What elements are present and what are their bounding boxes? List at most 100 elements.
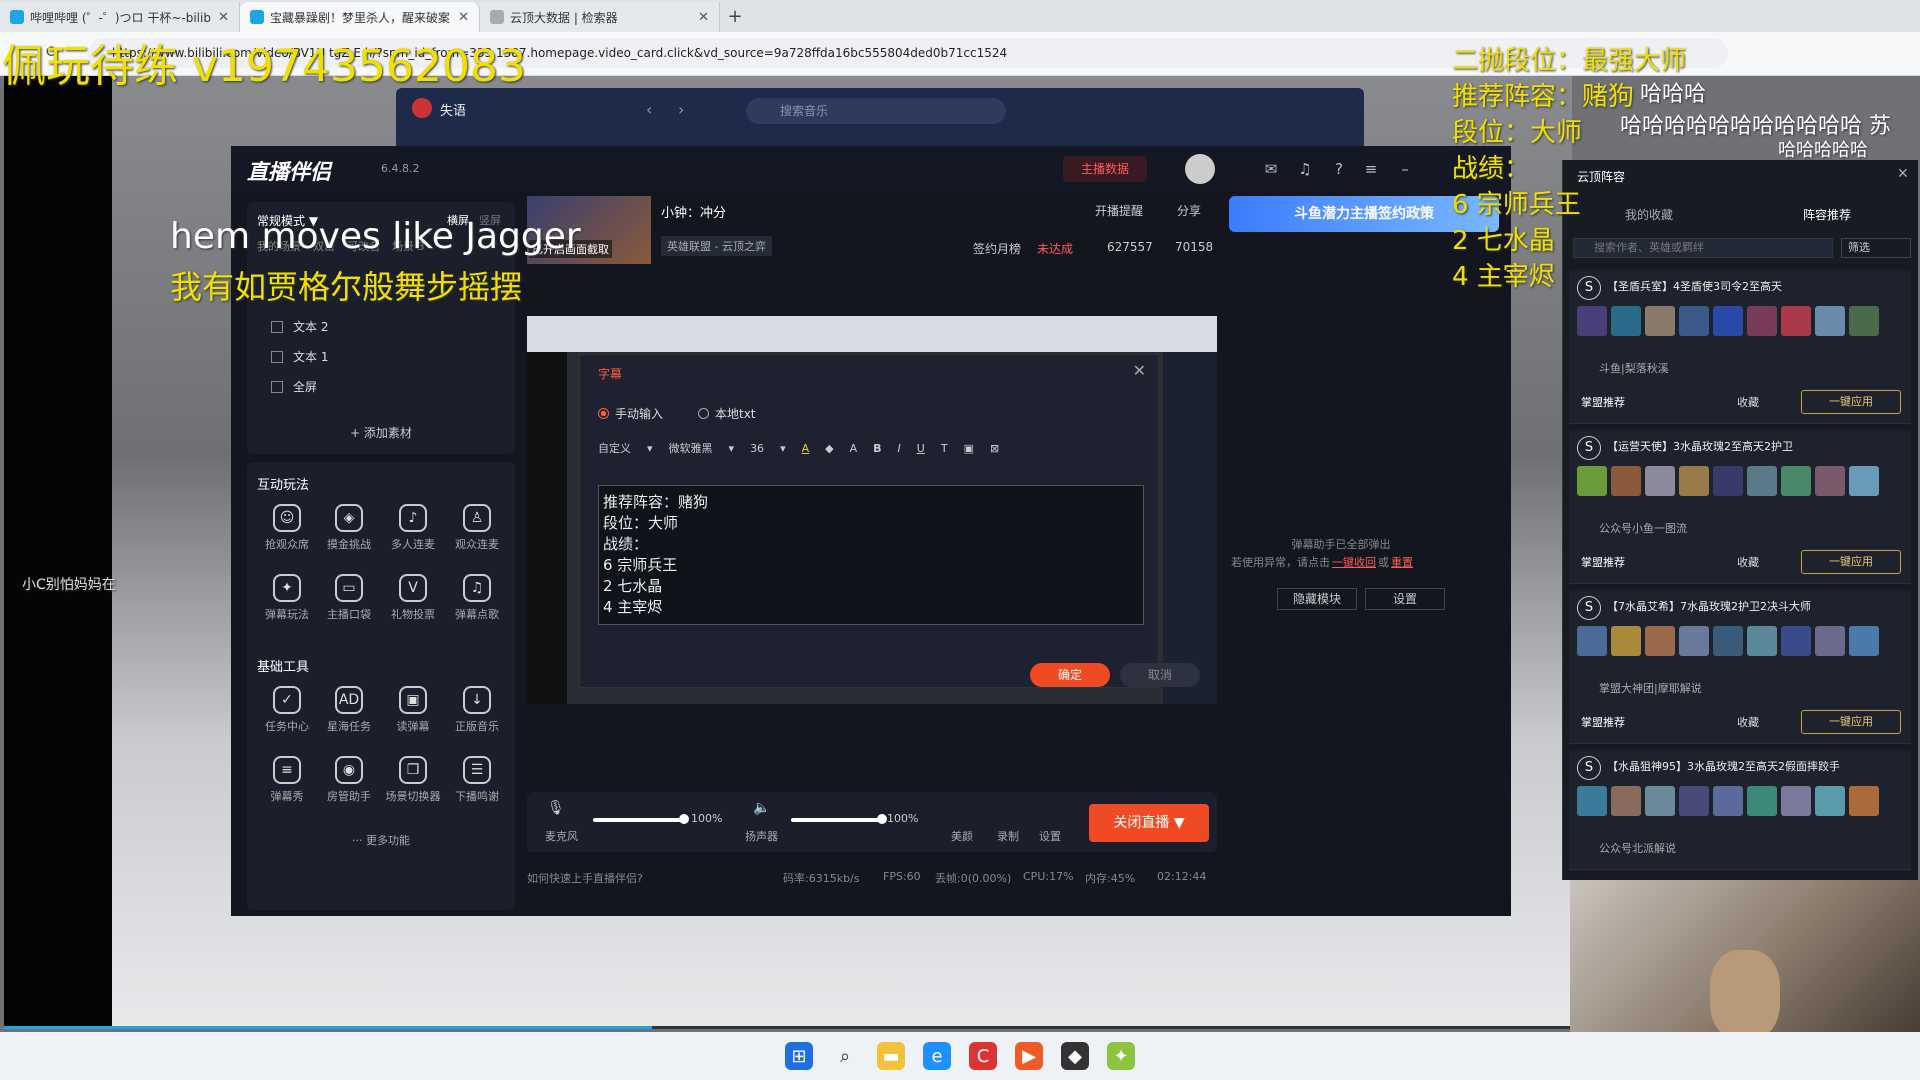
apply-button[interactable]: 一键应用 — [1801, 390, 1901, 414]
room-admin-button[interactable]: ◉ 房管助手 — [319, 756, 379, 804]
headset-icon[interactable]: ♫ — [1295, 160, 1315, 180]
favorite-button[interactable]: 收藏 — [1737, 554, 1759, 570]
search-icon[interactable]: ⌕ — [831, 1042, 859, 1070]
danmaku-show-button[interactable]: ≡ 弹幕秀 — [257, 756, 317, 804]
message-icon[interactable]: ✉ — [1261, 160, 1281, 180]
scene-item-fullscreen[interactable]: 全屏 — [271, 378, 317, 395]
favorite-button[interactable]: 收藏 — [1737, 394, 1759, 410]
help-icon[interactable]: ? — [1329, 160, 1349, 180]
reset-link[interactable]: 重置 — [1391, 554, 1413, 570]
speaker-slider-knob[interactable] — [877, 814, 887, 824]
image-icon[interactable]: ▣ — [964, 442, 974, 455]
subtitle-textarea[interactable]: 推荐阵容：赌狗 段位：大师 战绩： 6 宗师兵王 2 七水晶 4 主宰烬 — [598, 485, 1144, 625]
mic-icon[interactable]: 🎙 — [547, 800, 565, 816]
stream-title[interactable]: 小钟：冲分 — [661, 202, 726, 221]
close-tab-icon[interactable]: ✕ — [698, 10, 709, 25]
tab-bilibili-home[interactable]: 哔哩哔哩 (゜-゜)つロ 干杯~-bilibili ✕ — [0, 2, 240, 32]
cancel-button[interactable]: 取消 — [1120, 663, 1200, 687]
align-icon[interactable]: T — [941, 442, 948, 455]
edge-icon[interactable]: e — [923, 1042, 951, 1070]
chevron-down-icon[interactable]: ▾ — [729, 442, 735, 455]
comp-card[interactable]: S 【7水晶艾希】7水晶玫瑰2护卫2决斗大师 掌盟大神团|摩耶解说 掌盟推荐 收… — [1569, 590, 1911, 744]
chevron-down-icon[interactable]: ▾ — [647, 442, 653, 455]
comp-search-input[interactable]: 搜索作者、英雄或羁绊 — [1573, 238, 1833, 258]
close-icon[interactable]: ✕ — [1133, 361, 1146, 380]
settings-small-button[interactable]: 设置 — [1039, 828, 1061, 844]
help-link[interactable]: 如何快速上手直播伴侣? — [527, 870, 643, 886]
scene-switcher-button[interactable]: ❐ 场景切换器 — [383, 756, 443, 804]
background-icon[interactable]: ⊠ — [990, 442, 999, 455]
mic-slider[interactable] — [593, 818, 683, 822]
font-color-icon[interactable]: A — [802, 442, 810, 455]
more-features-button[interactable]: ··· 更多功能 — [247, 832, 515, 848]
comp-card[interactable]: S 【圣盾兵室】4圣盾使3司令2至高天 斗鱼|梨落秋溪 掌盟推荐 收藏 一键应用 — [1569, 270, 1911, 424]
live-companion-icon[interactable]: ▶ — [1015, 1042, 1043, 1070]
app-icon[interactable]: C — [969, 1042, 997, 1070]
multi-mic-button[interactable]: ♪ 多人连麦 — [383, 504, 443, 552]
manual-input-radio[interactable]: 手动输入 — [598, 405, 663, 422]
close-tab-icon[interactable]: ✕ — [218, 10, 229, 25]
preset-select[interactable]: 自定义 — [598, 440, 631, 456]
record-button[interactable]: 录制 — [997, 828, 1019, 844]
filter-select[interactable]: 筛选 — [1841, 238, 1911, 258]
font-select[interactable]: 微软雅黑 — [669, 440, 713, 456]
danmaku-play-button[interactable]: ✦ 弹幕玩法 — [257, 574, 317, 622]
fill-color-icon[interactable]: ◆ — [825, 442, 833, 455]
scene-item-text2[interactable]: 文本 2 — [271, 318, 328, 335]
menu-icon[interactable]: ≡ — [1361, 160, 1381, 180]
local-txt-radio[interactable]: 本地txt — [698, 405, 756, 422]
pocket-button[interactable]: ▭ 主播口袋 — [319, 574, 379, 622]
close-icon[interactable]: ✕ — [1897, 166, 1909, 182]
apply-button[interactable]: 一键应用 — [1801, 550, 1901, 574]
star-task-button[interactable]: AD 星海任务 — [319, 686, 379, 734]
song-request-button[interactable]: ♫ 弹幕点歌 — [447, 574, 507, 622]
stop-stream-button[interactable]: 关闭直播 ▼ — [1089, 804, 1209, 842]
hide-module-button[interactable]: 隐藏模块 — [1277, 588, 1357, 610]
read-danmaku-button[interactable]: ▣ 读弹幕 — [383, 686, 443, 734]
speaker-slider[interactable] — [791, 818, 881, 822]
forward-icon[interactable]: › — [678, 100, 684, 119]
audience-mic-button[interactable]: ♙ 观众连麦 — [447, 504, 507, 552]
font-style-icon[interactable]: A — [850, 442, 858, 455]
apply-button[interactable]: 一键应用 — [1801, 710, 1901, 734]
avatar[interactable] — [412, 98, 432, 118]
task-center-button[interactable]: ✓ 任务中心 — [257, 686, 317, 734]
avatar[interactable] — [1185, 154, 1215, 184]
host-data-button[interactable]: 主播数据 — [1063, 156, 1147, 182]
chevron-down-icon[interactable]: ▾ — [780, 442, 786, 455]
settings-button[interactable]: 设置 — [1365, 588, 1445, 610]
comp-card[interactable]: S 【水晶狙神95】3水晶玫瑰2至高天2假面摔跤手 公众号北派解说 — [1569, 750, 1911, 870]
scene-item-text1[interactable]: 文本 1 — [271, 348, 328, 365]
start-icon[interactable]: ⊞ — [785, 1042, 813, 1070]
add-material-button[interactable]: + 添加素材 — [247, 424, 515, 441]
recover-link[interactable]: 一键收回 — [1332, 554, 1376, 570]
game-icon[interactable]: ◆ — [1061, 1042, 1089, 1070]
tab-favorites[interactable]: 我的收藏 — [1625, 206, 1673, 223]
tab-recommend[interactable]: 阵容推荐 — [1803, 206, 1851, 223]
tft-icon[interactable]: ✦ — [1107, 1042, 1135, 1070]
folder-icon[interactable]: ▬ — [877, 1042, 905, 1070]
tab-video[interactable]: 宝藏暴躁剧！梦里杀人，醒来破案 ✕ — [240, 2, 480, 32]
stream-category[interactable]: 英雄联盟 - 云顶之弈 — [661, 236, 772, 256]
underline-icon[interactable]: U — [917, 442, 925, 455]
size-select[interactable]: 36 — [750, 442, 764, 455]
confirm-button[interactable]: 确定 — [1030, 663, 1110, 687]
minimize-icon[interactable]: – — [1395, 160, 1415, 180]
comp-card[interactable]: S 【运营天使】3水晶玫瑰2至高天2护卫 公众号小鱼一图流 掌盟推荐 收藏 一键… — [1569, 430, 1911, 584]
music-search-input[interactable]: 搜索音乐 — [746, 98, 1006, 124]
monthly-rank[interactable]: 签约月榜 — [973, 240, 1021, 257]
share-button[interactable]: 分享 — [1177, 202, 1201, 219]
mic-slider-knob[interactable] — [679, 814, 689, 824]
notify-button[interactable]: 开播提醒 — [1095, 202, 1143, 219]
thanks-button[interactable]: ☰ 下播鸣谢 — [447, 756, 507, 804]
italic-icon[interactable]: I — [898, 442, 901, 455]
mojin-button[interactable]: ◈ 摸金挑战 — [319, 504, 379, 552]
gift-vote-button[interactable]: V 礼物投票 — [383, 574, 443, 622]
favorite-button[interactable]: 收藏 — [1737, 714, 1759, 730]
close-tab-icon[interactable]: ✕ — [458, 10, 469, 25]
new-tab-button[interactable]: + — [720, 2, 750, 32]
grab-seat-button[interactable]: ☺ 抢观众席 — [257, 504, 317, 552]
back-icon[interactable]: ‹ — [646, 100, 652, 119]
music-button[interactable]: ↓ 正版音乐 — [447, 686, 507, 734]
speaker-icon[interactable]: 🔈 — [753, 800, 770, 816]
